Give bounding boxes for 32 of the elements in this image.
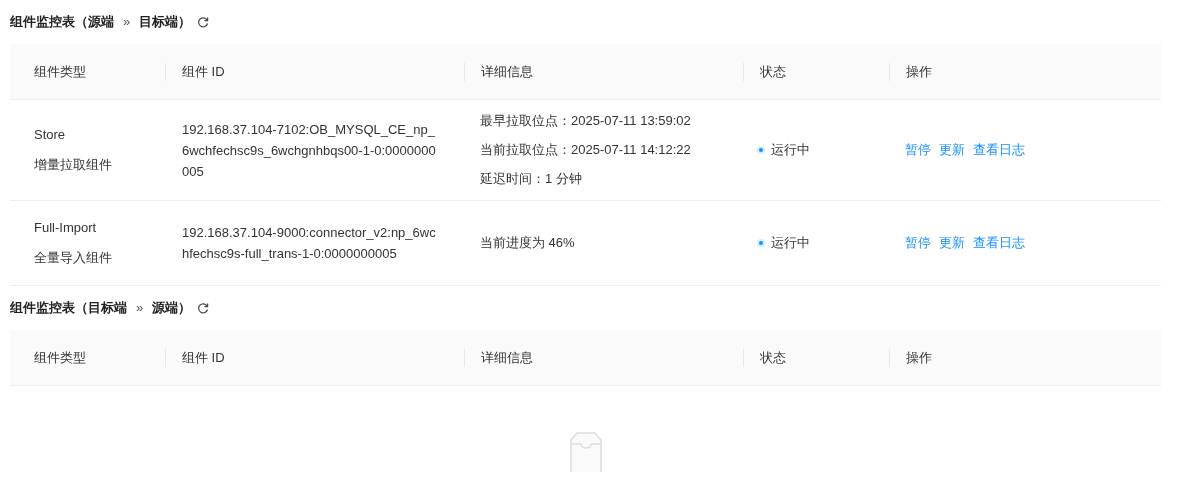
- column-header: 组件类型: [33, 348, 86, 367]
- component-id: 192.168.37.104-9000:connector_v2:np_6wchfechsc9s-full_trans-1-0:0000000005: [182, 225, 436, 261]
- action-link[interactable]: 更新: [939, 141, 965, 159]
- column-header: 详细信息: [480, 62, 533, 81]
- table-title: 组件监控表（目标端 » 源端）: [10, 299, 192, 317]
- refresh-icon[interactable]: [197, 16, 210, 28]
- detail-text: 当前进度为 46%: [480, 234, 576, 252]
- column-header: 组件类型: [33, 62, 86, 81]
- component-type: 全量导入组件: [34, 249, 113, 267]
- column-header: 组件 ID: [181, 62, 225, 81]
- component-name: Full-Import: [34, 219, 98, 237]
- column-header: 操作: [905, 348, 932, 367]
- action-link[interactable]: 查看日志: [973, 141, 1025, 159]
- column-header: 状态: [759, 62, 786, 81]
- component-id: 192.168.37.104-7102:OB_MYSQL_CE_np_6wchfechsc9s_6wchgnhbqs00-1-0:0000000005: [182, 121, 436, 179]
- status-text: 运行中: [771, 234, 810, 252]
- action-link[interactable]: 暂停: [905, 141, 931, 159]
- action-link[interactable]: 更新: [939, 234, 965, 252]
- table-title: 组件监控表（源端 » 目标端）: [10, 13, 192, 31]
- action-link[interactable]: 查看日志: [973, 234, 1025, 252]
- detail-text: 最早拉取位点：2025-07-11 13:59:02: [480, 112, 692, 130]
- column-header: 操作: [905, 62, 932, 81]
- action-link[interactable]: 暂停: [905, 234, 931, 252]
- status-text: 运行中: [771, 141, 810, 159]
- column-header: 状态: [759, 348, 786, 367]
- detail-text: 当前拉取位点：2025-07-11 14:12:22: [480, 141, 692, 159]
- detail-text: 延迟时间：1 分钟: [480, 170, 583, 188]
- column-header: 详细信息: [480, 348, 533, 367]
- component-type: 增量拉取组件: [34, 156, 113, 174]
- refresh-icon[interactable]: [197, 302, 210, 314]
- component-name: Store: [34, 126, 67, 144]
- column-header: 组件 ID: [181, 348, 225, 367]
